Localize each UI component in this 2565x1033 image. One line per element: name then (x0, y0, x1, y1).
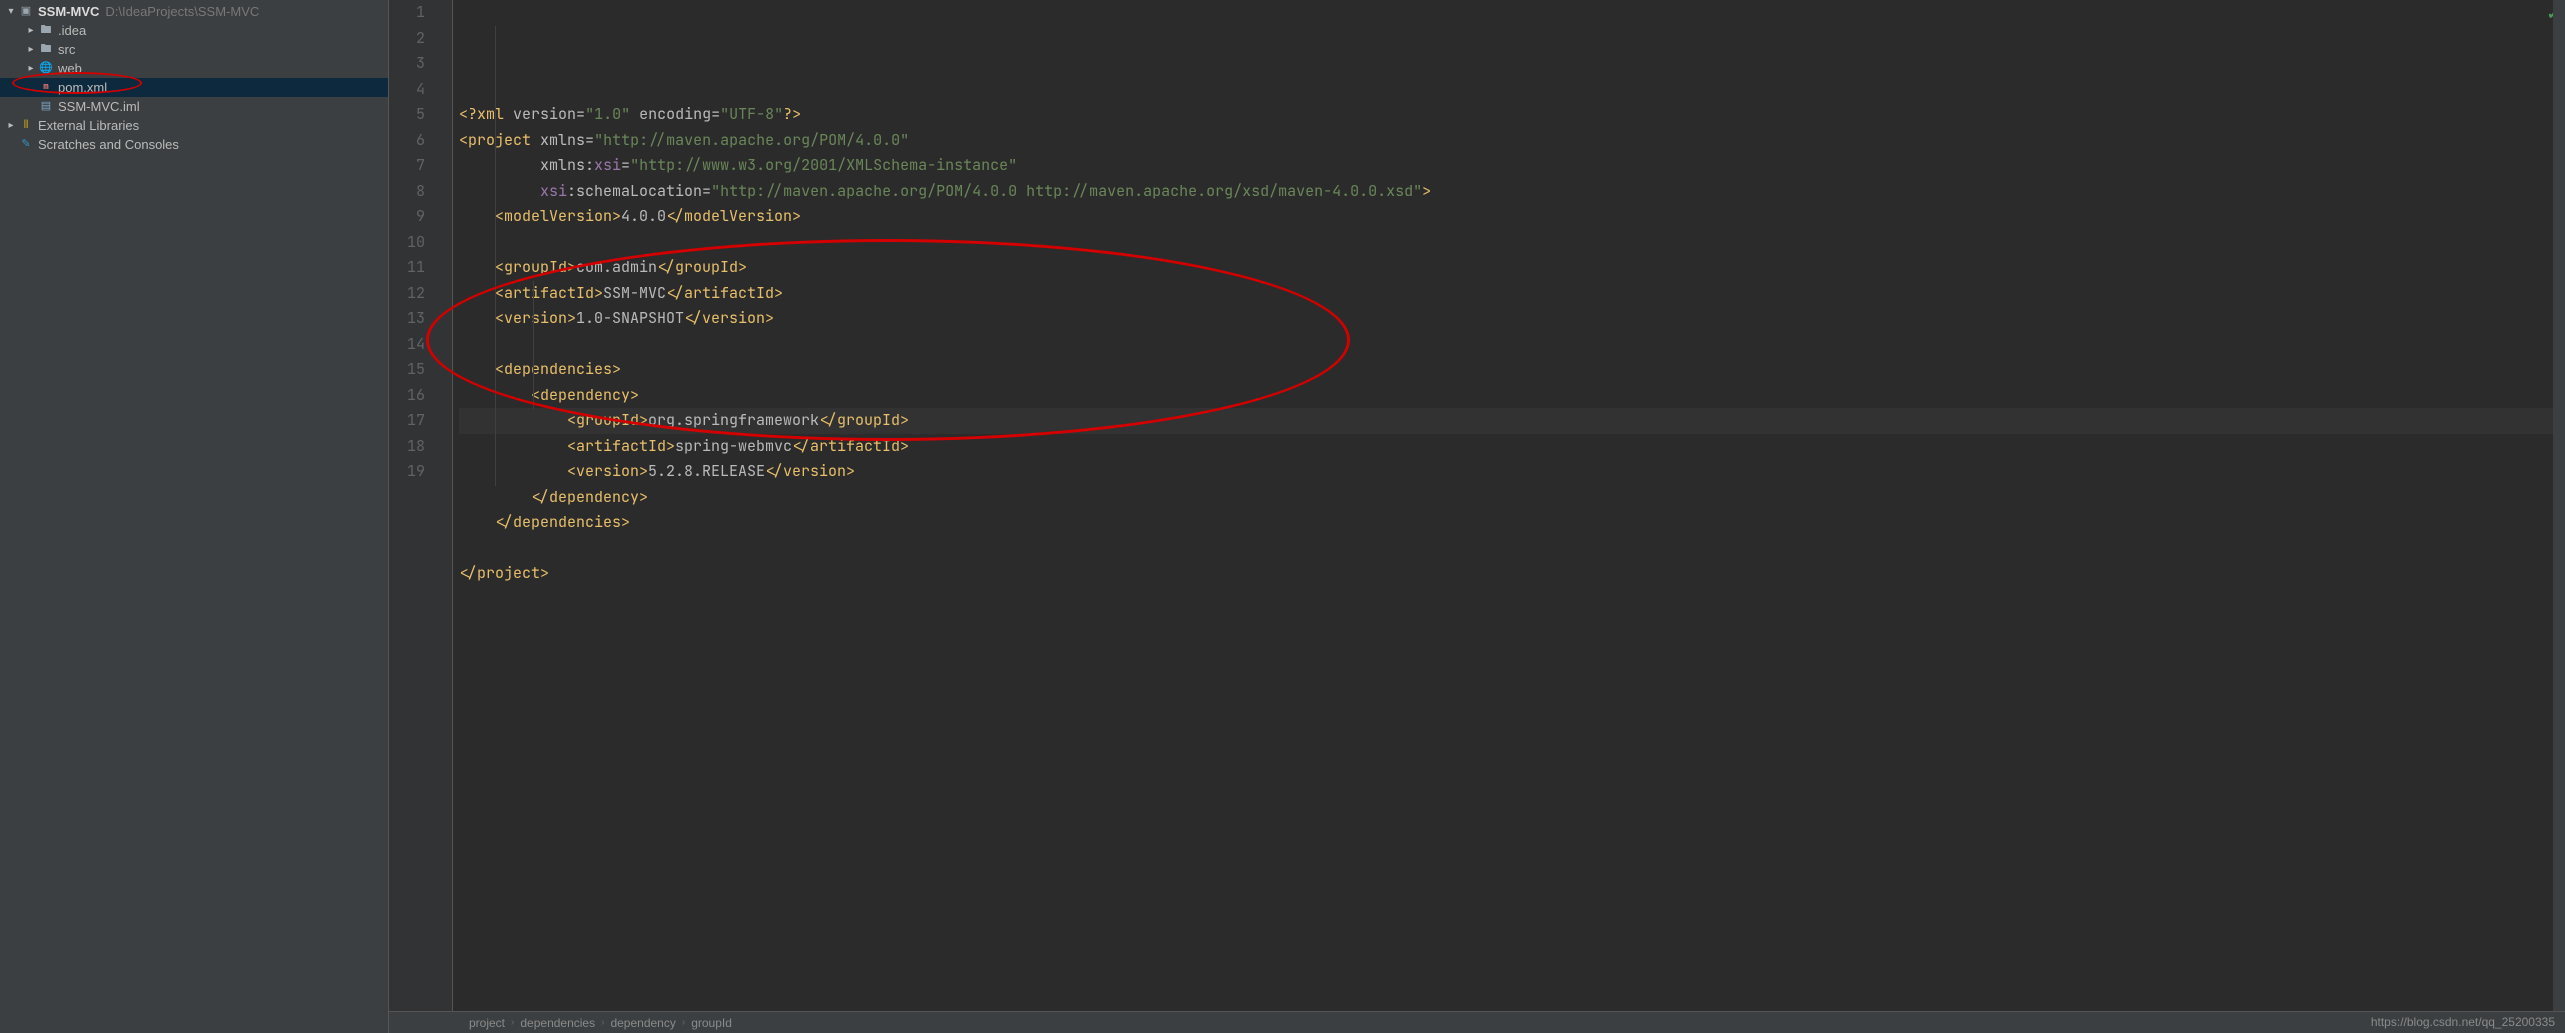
web-folder-icon: 🌐 (38, 61, 54, 77)
chevron-right-icon: › (601, 1017, 604, 1028)
line-number[interactable]: 10 (389, 230, 425, 256)
iml-file-icon: ▤ (38, 99, 54, 115)
line-number[interactable]: 18 (389, 434, 425, 460)
tree-item-web[interactable]: ▸ 🌐 web (0, 59, 388, 78)
line-number[interactable]: 19 (389, 459, 425, 485)
project-path: D:\IdeaProjects\SSM-MVC (105, 2, 259, 21)
line-number[interactable]: 7 (389, 153, 425, 179)
breadcrumb-item[interactable]: dependencies (520, 1016, 595, 1030)
line-number[interactable]: 16 (389, 383, 425, 409)
line-number[interactable]: 11 (389, 255, 425, 281)
line-number[interactable]: 12 (389, 281, 425, 307)
tree-item-idea[interactable]: ▸ 🖿 .idea (0, 21, 388, 40)
tree-label: pom.xml (58, 78, 107, 97)
folder-icon: 🖿 (38, 42, 54, 58)
line-number[interactable]: 3 (389, 51, 425, 77)
scratch-icon: ✎ (18, 137, 34, 153)
line-number[interactable]: 8 (389, 179, 425, 205)
breadcrumbs[interactable]: project › dependencies › dependency › groupId (389, 1011, 2565, 1033)
tree-label: .idea (58, 21, 86, 40)
scrollbar-track[interactable] (2553, 0, 2565, 1011)
breadcrumb-item[interactable]: groupId (691, 1016, 732, 1030)
line-number[interactable]: 14 (389, 332, 425, 358)
tree-label: Scratches and Consoles (38, 135, 179, 154)
chevron-right-icon[interactable]: ▸ (26, 21, 36, 40)
tree-item-src[interactable]: ▸ 🖿 src (0, 40, 388, 59)
line-number[interactable]: 5 (389, 102, 425, 128)
chevron-down-icon[interactable]: ▾ (6, 2, 16, 21)
code-content[interactable]: <?xml version="1.0" encoding="UTF-8"?><p… (453, 0, 2565, 1033)
watermark-text: https://blog.csdn.net/qq_25200335 (2371, 1015, 2555, 1029)
maven-icon: m (38, 80, 54, 96)
tree-root[interactable]: ▾ ▣ SSM-MVC D:\IdeaProjects\SSM-MVC (0, 2, 388, 21)
tree-external-libraries[interactable]: ▸ ⫴ External Libraries (0, 116, 388, 135)
tree-item-iml[interactable]: ▸ ▤ SSM-MVC.iml (0, 97, 388, 116)
chevron-right-icon: › (511, 1017, 514, 1028)
line-number-gutter[interactable]: 12345678910111213141516171819 (389, 0, 433, 1033)
project-name: SSM-MVC (38, 2, 99, 21)
tree-label: src (58, 40, 75, 59)
chevron-right-icon[interactable]: ▸ (6, 116, 16, 135)
line-number[interactable]: 4 (389, 77, 425, 103)
tree-label: External Libraries (38, 116, 139, 135)
tree-label: web (58, 59, 82, 78)
project-tree[interactable]: ▾ ▣ SSM-MVC D:\IdeaProjects\SSM-MVC ▸ 🖿 … (0, 0, 389, 1033)
tree-item-pom[interactable]: ▸ m pom.xml (0, 78, 388, 97)
module-icon: ▣ (18, 4, 34, 20)
line-number[interactable]: 15 (389, 357, 425, 383)
chevron-right-icon: › (682, 1017, 685, 1028)
line-number[interactable]: 17 (389, 408, 425, 434)
chevron-right-icon[interactable]: ▸ (26, 59, 36, 78)
breadcrumb-item[interactable]: project (469, 1016, 505, 1030)
line-number[interactable]: 9 (389, 204, 425, 230)
line-number[interactable]: 6 (389, 128, 425, 154)
library-icon: ⫴ (18, 118, 34, 134)
code-editor[interactable]: 12345678910111213141516171819 <?xml vers… (389, 0, 2565, 1033)
fold-gutter[interactable] (433, 0, 453, 1033)
tree-label: SSM-MVC.iml (58, 97, 140, 116)
line-number[interactable]: 2 (389, 26, 425, 52)
tree-scratches[interactable]: ▸ ✎ Scratches and Consoles (0, 135, 388, 154)
line-number[interactable]: 13 (389, 306, 425, 332)
chevron-right-icon[interactable]: ▸ (26, 40, 36, 59)
line-number[interactable]: 1 (389, 0, 425, 26)
folder-icon: 🖿 (38, 23, 54, 39)
breadcrumb-item[interactable]: dependency (610, 1016, 675, 1030)
